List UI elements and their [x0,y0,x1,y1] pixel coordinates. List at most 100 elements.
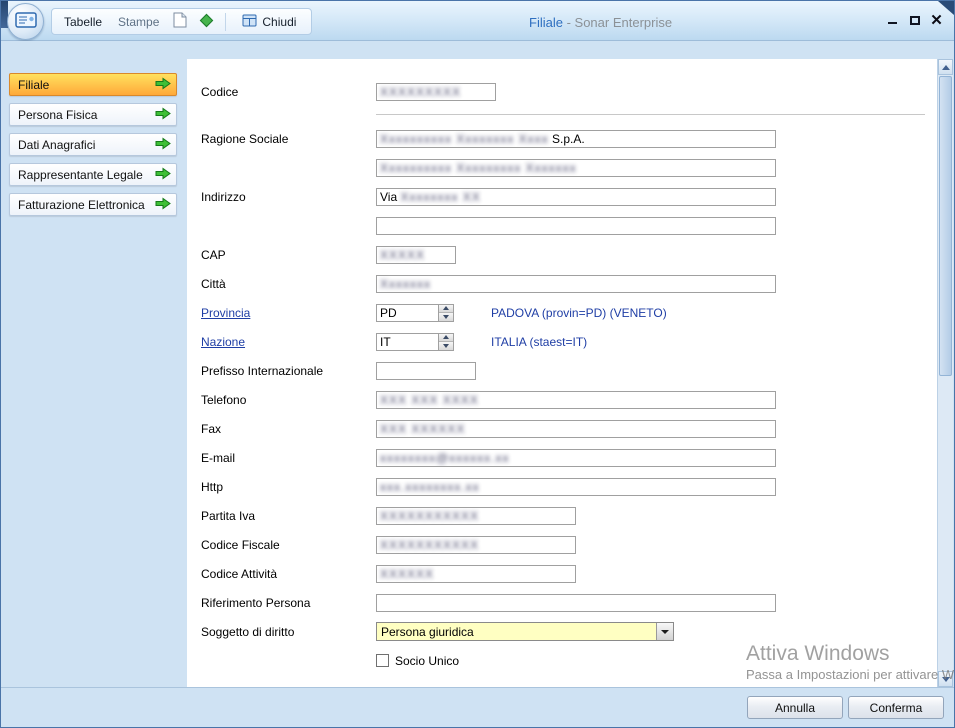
partita-iva-label: Partita Iva [201,509,376,523]
telefono-label: Telefono [201,393,376,407]
combo-dropdown-button[interactable] [656,623,673,640]
provincia-value: PD [380,306,397,320]
prefisso-input[interactable] [376,362,476,380]
http-value: xxx.xxxxxxxx.xx [380,480,480,494]
spin-down-button[interactable] [439,341,453,350]
codice-label: Codice [201,85,376,99]
scrollbar-down-button[interactable] [938,671,953,687]
scroll-up-icon [942,65,950,70]
sidebar-item-dati-anagrafici[interactable]: Dati Anagrafici [9,133,177,156]
green-arrow-icon [155,107,171,123]
scrollbar-thumb[interactable] [939,76,952,376]
new-page-icon [173,12,187,31]
stampe-menu-button[interactable]: Stampe [115,13,162,31]
prefisso-label: Prefisso Internazionale [201,364,376,378]
form-row-email: E-mail xxxxxxxx@xxxxxx.xx [201,443,937,472]
sidebar-item-fatturazione-elettronica[interactable]: Fatturazione Elettronica [9,193,177,216]
window-controls: ✕ [885,11,944,29]
socio-unico-checkbox[interactable] [376,654,389,667]
maximize-button[interactable] [907,12,922,28]
provincia-link[interactable]: Provincia [201,306,376,320]
http-input[interactable]: xxx.xxxxxxxx.xx [376,478,776,496]
form-row-ragione-sociale-1: Ragione Sociale Xxxxxxxxxx Xxxxxxxx Xxxx… [201,124,937,153]
spin-up-button[interactable] [439,305,453,313]
green-arrow-icon [155,77,171,93]
form-area: Codice XXXXXXXXX Ragione Sociale Xxxxxxx… [187,59,937,687]
app-logo-button[interactable] [7,3,44,40]
telefono-value: XXX XXX XXXX [380,393,479,407]
minimize-button[interactable] [885,12,900,28]
contact-card-icon [15,11,37,32]
titlebar: Tabelle Stampe [1,1,954,41]
telefono-input[interactable]: XXX XXX XXXX [376,391,776,409]
form-row-indirizzo-2 [201,211,937,240]
nazione-input[interactable]: IT [376,333,439,351]
indirizzo-label: Indirizzo [201,190,376,204]
chiudi-label: Chiudi [262,15,296,29]
sidebar-item-rappresentante-legale[interactable]: Rappresentante Legale [9,163,177,186]
conferma-button[interactable]: Conferma [848,696,944,719]
form-row-ragione-sociale-2: Xxxxxxxxxx Xxxxxxxxx Xxxxxxx [201,153,937,182]
email-input[interactable]: xxxxxxxx@xxxxxx.xx [376,449,776,467]
nazione-value: IT [380,335,391,349]
spin-down-button[interactable] [439,312,453,321]
codice-fiscale-value: XXXXXXXXXXX [380,538,479,552]
provincia-spinbox: PD [376,304,454,322]
form-row-nazione: Nazione IT ITALIA (staest=IT) [201,327,937,356]
toolbar-divider [225,13,226,31]
form-row-telefono: Telefono XXX XXX XXXX [201,385,937,414]
new-document-button[interactable] [172,11,188,32]
soggetto-combo[interactable]: Persona giuridica [376,622,674,641]
provincia-input[interactable]: PD [376,304,439,322]
tabelle-menu-button[interactable]: Tabelle [61,13,105,31]
ragione-sociale-input-2[interactable]: Xxxxxxxxxx Xxxxxxxxx Xxxxxxx [376,159,776,177]
close-button[interactable]: ✕ [929,12,944,28]
ragione-sociale-input-1[interactable]: Xxxxxxxxxx Xxxxxxxx Xxxx S.p.A. [376,130,776,148]
soggetto-label: Soggetto di diritto [201,625,376,639]
indirizzo-input-2[interactable] [376,217,776,235]
nazione-spinner [439,333,454,351]
vertical-scrollbar[interactable] [937,59,953,687]
form-row-indirizzo-1: Indirizzo Via Xxxxxxxx XX [201,182,937,211]
form-row-fax: Fax XXX XXXXXX [201,414,937,443]
spin-up-button[interactable] [439,334,453,342]
minimize-icon [888,22,897,24]
annulla-button[interactable]: Annulla [747,696,843,719]
form-row-partita-iva: Partita Iva XXXXXXXXXXX [201,501,937,530]
cap-label: CAP [201,248,376,262]
window-title: Filiale - Sonar Enterprise [529,15,672,30]
codice-fiscale-label: Codice Fiscale [201,538,376,552]
codice-attivita-input[interactable]: XXXXXX [376,565,576,583]
form-row-cap: CAP XXXXX [201,240,937,269]
sidebar-item-persona-fisica[interactable]: Persona Fisica [9,103,177,126]
codice-value: XXXXXXXXX [380,85,461,99]
green-diamond-icon [199,13,214,31]
scroll-down-icon [942,677,950,682]
form-row-codice: Codice XXXXXXXXX [201,77,937,106]
citta-input[interactable]: Xxxxxxx [376,275,776,293]
maximize-icon [910,16,920,25]
save-diamond-button[interactable] [198,12,215,32]
form-row-citta: Città Xxxxxxx [201,269,937,298]
chiudi-button[interactable]: Chiudi [236,13,302,31]
nazione-link[interactable]: Nazione [201,335,376,349]
indirizzo-value-prefix: Via [380,190,400,204]
email-label: E-mail [201,451,376,465]
sidebar-item-label: Dati Anagrafici [18,138,155,152]
fax-value: XXX XXXXXX [380,422,465,436]
form-row-soggetto: Soggetto di diritto Persona giuridica [201,617,937,646]
codice-fiscale-input[interactable]: XXXXXXXXXXX [376,536,576,554]
spin-down-icon [443,315,449,319]
partita-iva-input[interactable]: XXXXXXXXXXX [376,507,576,525]
cap-input[interactable]: XXXXX [376,246,456,264]
ragione-sociale-value-suffix: S.p.A. [549,132,585,146]
scrollbar-up-button[interactable] [938,59,953,75]
form-row-socio-unico: Socio Unico [201,646,937,675]
indirizzo-input-1[interactable]: Via Xxxxxxxx XX [376,188,776,206]
citta-label: Città [201,277,376,291]
fax-input[interactable]: XXX XXXXXX [376,420,776,438]
codice-input[interactable]: XXXXXXXXX [376,83,496,101]
sidebar-item-filiale[interactable]: Filiale [9,73,177,96]
sidebar-item-label: Persona Fisica [18,108,155,122]
riferimento-input[interactable] [376,594,776,612]
